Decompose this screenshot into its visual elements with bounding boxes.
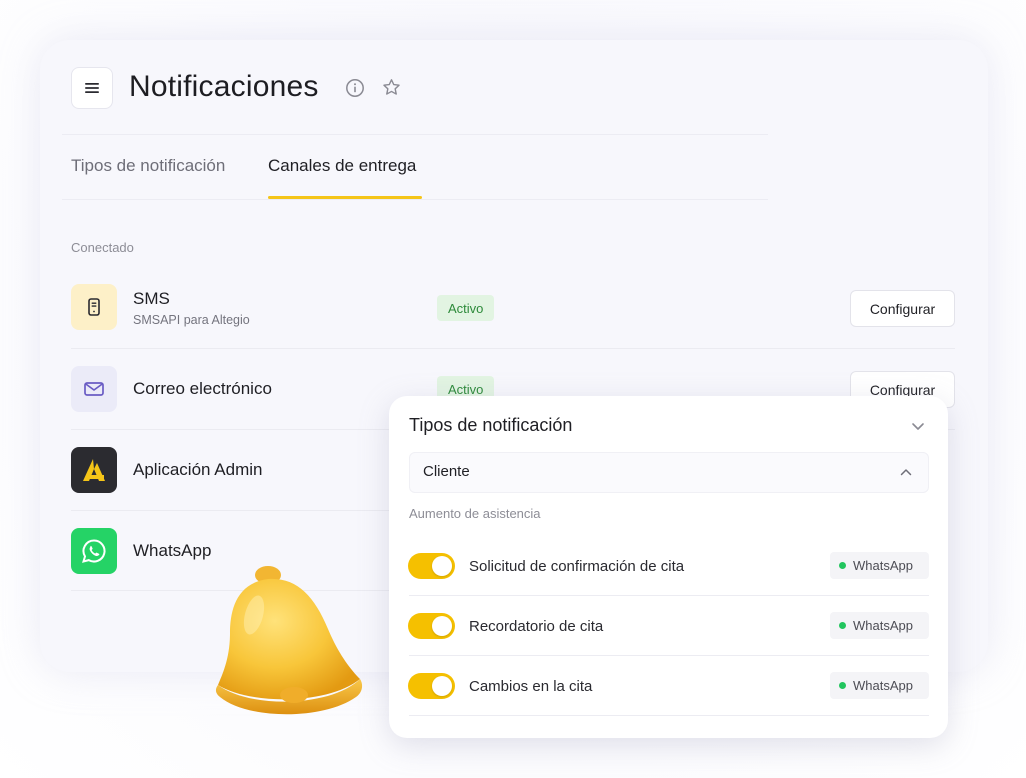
item-divider (409, 715, 929, 716)
toggle-confirmation-request[interactable] (408, 553, 455, 579)
notification-label: Recordatorio de cita (469, 618, 604, 635)
mail-icon (84, 382, 104, 396)
channel-badge: WhatsApp (830, 552, 929, 579)
item-divider (409, 595, 929, 596)
notification-label: Solicitud de confirmación de cita (469, 558, 685, 575)
item-divider (409, 655, 929, 656)
row-divider (71, 510, 391, 511)
toggle-knob (432, 556, 452, 576)
chevron-up-icon[interactable] (899, 465, 913, 479)
channel-name-email: Correo electrónico (133, 379, 272, 398)
toggle-appointment-reminder[interactable] (408, 613, 455, 639)
menu-icon (85, 83, 99, 93)
row-divider (71, 348, 955, 349)
admin-app-channel-icon (71, 447, 117, 493)
channel-name-sms: SMS (133, 289, 170, 308)
toggle-knob (432, 616, 452, 636)
page-title: Notificaciones (129, 70, 319, 103)
toggle-knob (432, 676, 452, 696)
email-channel-icon (71, 366, 117, 412)
notification-label: Cambios en la cita (469, 678, 593, 695)
sms-channel-icon (71, 284, 117, 330)
channel-badge-label: WhatsApp (853, 678, 913, 693)
client-type-select[interactable] (409, 452, 929, 493)
star-icon[interactable] (381, 77, 402, 98)
section-label-connected: Conectado (71, 240, 134, 255)
channel-name-admin-app: Aplicación Admin (133, 460, 263, 479)
channel-name-whatsapp: WhatsApp (133, 541, 212, 560)
group-label: Aumento de asistencia (409, 506, 541, 521)
channel-subtitle-sms: SMSAPI para Altegio (133, 313, 250, 327)
toggle-appointment-changes[interactable] (408, 673, 455, 699)
channel-badge: WhatsApp (830, 612, 929, 639)
client-type-select-value: Cliente (423, 463, 470, 480)
status-dot (839, 622, 846, 629)
info-icon[interactable] (345, 78, 365, 98)
channel-badge-label: WhatsApp (853, 558, 913, 573)
menu-button[interactable] (71, 67, 113, 109)
tab-delivery-channels[interactable]: Canales de entrega (268, 156, 416, 176)
tabs-divider (62, 199, 768, 200)
chevron-down-icon[interactable] (910, 418, 926, 434)
altegio-logo-icon (83, 459, 105, 481)
configure-sms-button[interactable]: Configurar (850, 290, 955, 327)
bell-icon (215, 566, 363, 715)
status-dot (839, 682, 846, 689)
header-divider (62, 134, 768, 135)
channel-badge-label: WhatsApp (853, 618, 913, 633)
status-badge-sms: Activo (437, 295, 495, 321)
status-dot (839, 562, 846, 569)
whatsapp-icon (82, 539, 106, 563)
whatsapp-channel-icon (71, 528, 117, 574)
panel-title: Tipos de notificación (409, 415, 573, 435)
tab-notification-types[interactable]: Tipos de notificación (71, 156, 225, 176)
phone-icon (88, 298, 100, 316)
channel-badge: WhatsApp (830, 672, 929, 699)
